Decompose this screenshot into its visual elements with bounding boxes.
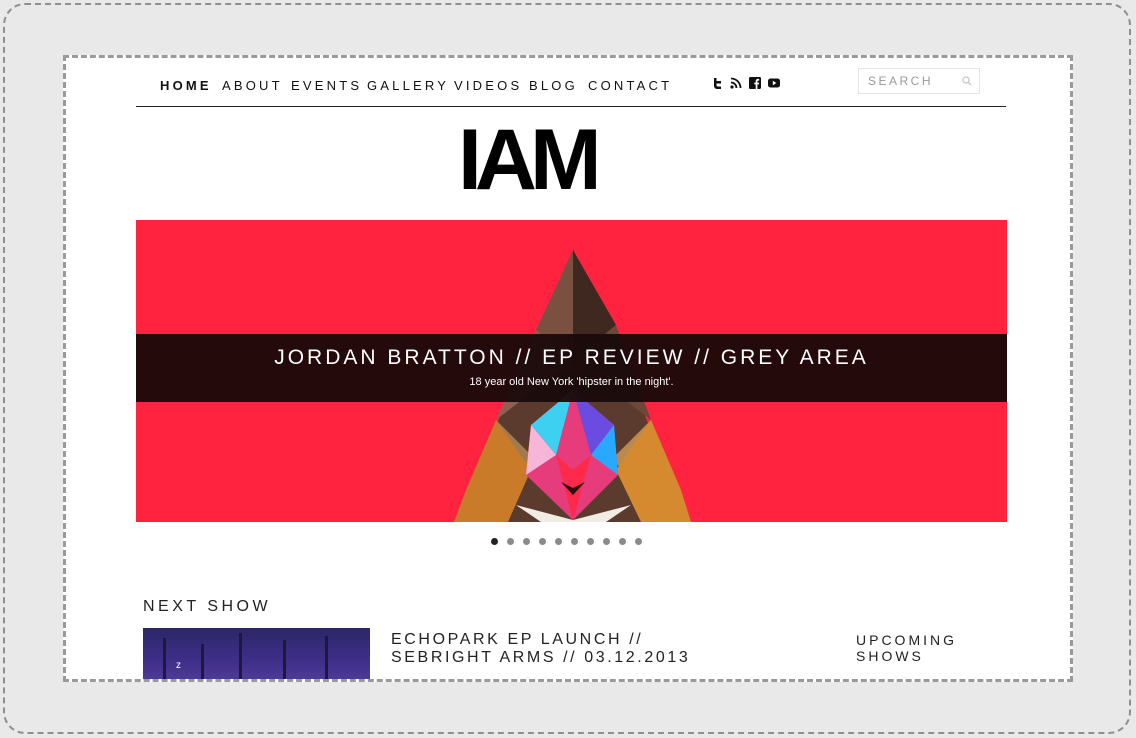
slider-dot[interactable] [523,538,530,545]
search-input[interactable] [859,69,964,93]
slider-dot[interactable] [507,538,514,545]
page: HOME ABOUT EVENTS GALLERY VIDEOS BLOG CO… [63,55,1073,682]
next-show-image[interactable]: z [143,628,370,679]
nav-events[interactable]: EVENTS [291,79,362,93]
slider-dot[interactable] [603,538,610,545]
hero-title[interactable]: JORDAN BRATTON // EP REVIEW // GREY AREA [136,346,1007,370]
search-box [858,68,980,94]
slider-dot[interactable] [619,538,626,545]
slider-dot[interactable] [555,538,562,545]
slider-dot[interactable] [539,538,546,545]
twitter-icon[interactable] [712,77,724,89]
upcoming-shows-link[interactable]: UPCOMING SHOWS [856,632,966,664]
nav-about[interactable]: ABOUT [222,79,283,93]
nav-gallery[interactable]: GALLERY [367,79,449,93]
next-show-heading: NEXT SHOW [143,598,272,615]
nav-videos[interactable]: VIDEOS [454,79,522,93]
slider-dot[interactable] [587,538,594,545]
nav-contact[interactable]: CONTACT [588,79,672,93]
hero-slider[interactable]: JORDAN BRATTON // EP REVIEW // GREY AREA… [136,220,1007,522]
hero-caption: JORDAN BRATTON // EP REVIEW // GREY AREA… [136,334,1007,402]
site-logo[interactable]: IAM [458,114,602,206]
slider-dot[interactable] [571,538,578,545]
youtube-icon[interactable] [768,77,780,89]
next-show-title[interactable]: ECHOPARK EP LAUNCH // SEBRIGHT ARMS // 0… [391,631,731,667]
main-nav: HOME ABOUT EVENTS GALLERY VIDEOS BLOG CO… [136,58,1006,107]
search-icon[interactable] [962,76,972,86]
slider-dot[interactable] [491,538,498,545]
rss-icon[interactable] [730,77,742,89]
slider-dot[interactable] [635,538,642,545]
nav-home[interactable]: HOME [160,79,212,93]
hero-subtitle: 18 year old New York 'hipster in the nig… [469,376,674,388]
thumb-label: z [176,660,181,671]
nav-blog[interactable]: BLOG [529,79,578,93]
facebook-icon[interactable] [749,77,761,89]
